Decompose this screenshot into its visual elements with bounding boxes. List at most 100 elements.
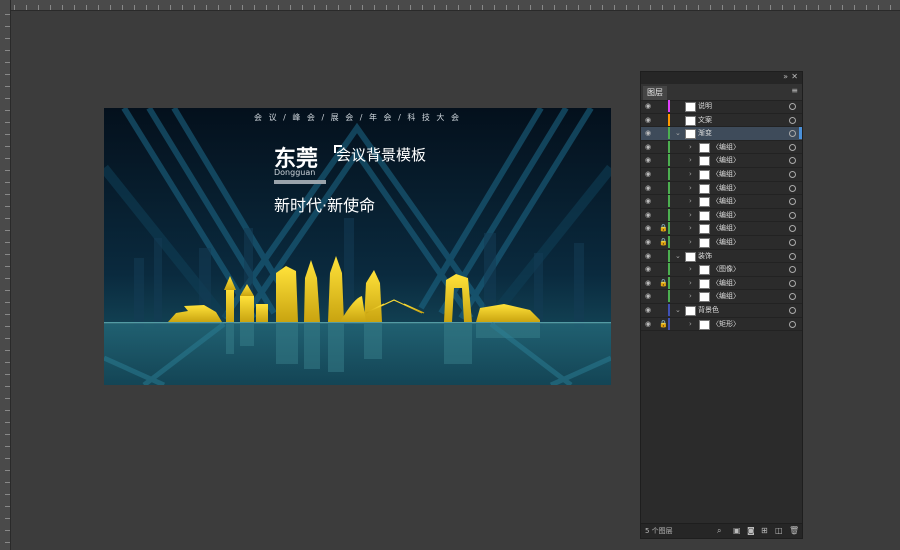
visibility-eye-icon[interactable]: ◉ xyxy=(645,236,654,248)
target-circle-icon[interactable] xyxy=(789,238,796,246)
trash-icon[interactable]: 🗑 xyxy=(789,524,799,538)
target-circle-icon[interactable] xyxy=(789,170,796,178)
sublayer-row[interactable]: ◉ 🔒 › 〈编组〉 xyxy=(641,222,802,236)
target-circle-icon[interactable] xyxy=(789,225,796,233)
layer-label: 〈图像〉 xyxy=(712,265,740,274)
ruler-tick xyxy=(350,5,351,10)
sublayer-row[interactable]: ◉ 🔒 › 〈编组〉 xyxy=(641,276,802,291)
layer-row[interactable]: ◉ ⌄ 装饰 xyxy=(641,249,802,264)
target-circle-icon[interactable] xyxy=(789,130,796,138)
target-circle-icon[interactable] xyxy=(789,198,796,206)
panel-title-bar[interactable]: » ✕ xyxy=(641,72,802,84)
layer-color-bar xyxy=(668,290,670,303)
target-circle-icon[interactable] xyxy=(789,103,796,110)
sublayer-row[interactable]: ◉ › 〈编组〉 xyxy=(641,195,802,209)
panel-menu-icon[interactable]: ≡ xyxy=(791,86,798,95)
visibility-eye-icon[interactable]: ◉ xyxy=(645,277,654,289)
target-circle-icon[interactable] xyxy=(789,116,796,124)
lock-icon[interactable]: 🔒 xyxy=(659,318,668,330)
target-circle-icon[interactable] xyxy=(789,252,796,260)
export-icon[interactable]: ▣ xyxy=(733,524,741,538)
layer-row[interactable]: ◉ ⌄ 渐变 xyxy=(641,127,802,141)
sublayer-row[interactable]: ◉ › 〈编组〉 xyxy=(641,208,802,223)
lock-icon[interactable]: 🔒 xyxy=(659,277,668,289)
visibility-eye-icon[interactable]: ◉ xyxy=(645,154,654,166)
lock-icon[interactable]: 🔒 xyxy=(659,222,668,234)
visibility-eye-icon[interactable]: ◉ xyxy=(645,127,654,139)
visibility-eye-icon[interactable]: ◉ xyxy=(645,209,654,221)
visibility-eye-icon[interactable]: ◉ xyxy=(645,263,654,275)
tab-layers[interactable]: 图层 xyxy=(643,86,667,100)
ruler-top[interactable] xyxy=(0,0,900,11)
ruler-tick xyxy=(578,5,579,10)
chevron-right-icon[interactable]: › xyxy=(689,168,692,180)
artboard[interactable]: 会 议 / 峰 会 / 展 会 / 年 会 / 科 技 大 会 东莞 会议背景模… xyxy=(104,108,611,385)
sublayer-row[interactable]: ◉ › 〈编组〉 xyxy=(641,154,802,168)
sublayer-row[interactable]: ◉ › 〈编组〉 xyxy=(641,140,802,155)
target-circle-icon[interactable] xyxy=(789,279,796,287)
clipping-mask-icon[interactable]: ◙ xyxy=(747,524,755,538)
target-circle-icon[interactable] xyxy=(789,211,796,219)
new-layer-icon[interactable]: ◫ xyxy=(775,524,783,538)
layer-row[interactable]: ◉ 文案 xyxy=(641,113,802,128)
sublayer-row[interactable]: ◉ › 〈编组〉 xyxy=(641,167,802,182)
target-circle-icon[interactable] xyxy=(789,306,796,314)
sublayer-row[interactable]: ◉ 🔒 › 〈编组〉 xyxy=(641,235,802,250)
sublayer-row[interactable]: ◉ 🔒 › 〈矩形〉 xyxy=(641,317,802,332)
chevron-right-icon[interactable]: › xyxy=(689,154,692,166)
artboard-pinyin: Dongguan xyxy=(274,168,316,177)
ruler-tick xyxy=(494,5,495,10)
visibility-eye-icon[interactable]: ◉ xyxy=(645,304,654,316)
chevron-right-icon[interactable]: › xyxy=(689,195,692,207)
target-circle-icon[interactable] xyxy=(789,293,796,301)
chevron-right-icon[interactable]: › xyxy=(689,182,692,194)
ruler-tick xyxy=(446,5,447,10)
chevron-right-icon[interactable]: › xyxy=(689,236,692,248)
chevron-right-icon[interactable]: › xyxy=(689,263,692,275)
chevron-right-icon[interactable]: › xyxy=(689,318,692,330)
visibility-eye-icon[interactable]: ◉ xyxy=(645,222,654,234)
visibility-eye-icon[interactable]: ◉ xyxy=(645,100,654,112)
lock-icon[interactable]: 🔒 xyxy=(659,236,668,248)
ruler-tick xyxy=(5,242,10,243)
ruler-tick xyxy=(458,5,459,10)
ruler-tick xyxy=(878,5,879,10)
visibility-eye-icon[interactable]: ◉ xyxy=(645,195,654,207)
close-icon[interactable]: ✕ xyxy=(791,72,798,81)
ruler-tick xyxy=(5,530,10,531)
visibility-eye-icon[interactable]: ◉ xyxy=(645,168,654,180)
visibility-eye-icon[interactable]: ◉ xyxy=(645,250,654,262)
layer-row[interactable]: ◉ 说明 xyxy=(641,100,802,114)
ruler-tick xyxy=(5,518,10,519)
visibility-eye-icon[interactable]: ◉ xyxy=(645,318,654,330)
visibility-eye-icon[interactable]: ◉ xyxy=(645,141,654,153)
sublayer-row[interactable]: ◉ › 〈编组〉 xyxy=(641,290,802,304)
chevron-down-icon[interactable]: ⌄ xyxy=(675,250,681,262)
chevron-right-icon[interactable]: › xyxy=(689,209,692,221)
selection-indicator xyxy=(799,127,802,140)
target-circle-icon[interactable] xyxy=(789,143,796,151)
visibility-eye-icon[interactable]: ◉ xyxy=(645,114,654,126)
ruler-left[interactable] xyxy=(0,0,11,550)
chevron-down-icon[interactable]: ⌄ xyxy=(675,304,681,316)
visibility-eye-icon[interactable]: ◉ xyxy=(645,290,654,302)
visibility-eye-icon[interactable]: ◉ xyxy=(645,182,654,194)
search-icon[interactable]: ⌕ xyxy=(717,524,721,538)
target-circle-icon[interactable] xyxy=(789,184,796,192)
ruler-tick xyxy=(734,5,735,10)
sublayer-row[interactable]: ◉ › 〈编组〉 xyxy=(641,181,802,196)
layer-color-bar xyxy=(668,181,670,194)
chevron-right-icon[interactable]: › xyxy=(689,222,692,234)
target-circle-icon[interactable] xyxy=(789,320,796,328)
ruler-tick xyxy=(5,458,10,459)
target-circle-icon[interactable] xyxy=(789,157,796,165)
target-circle-icon[interactable] xyxy=(789,266,796,274)
chevron-right-icon[interactable]: › xyxy=(689,290,692,302)
sublayer-row[interactable]: ◉ › 〈图像〉 xyxy=(641,263,802,277)
double-chevron-icon[interactable]: » xyxy=(783,72,788,81)
layer-row[interactable]: ◉ ⌄ 背景色 xyxy=(641,303,802,318)
chevron-right-icon[interactable]: › xyxy=(689,277,692,289)
chevron-right-icon[interactable]: › xyxy=(689,141,692,153)
new-sublayer-icon[interactable]: ⊞ xyxy=(761,524,768,538)
chevron-down-icon[interactable]: ⌄ xyxy=(675,127,681,139)
